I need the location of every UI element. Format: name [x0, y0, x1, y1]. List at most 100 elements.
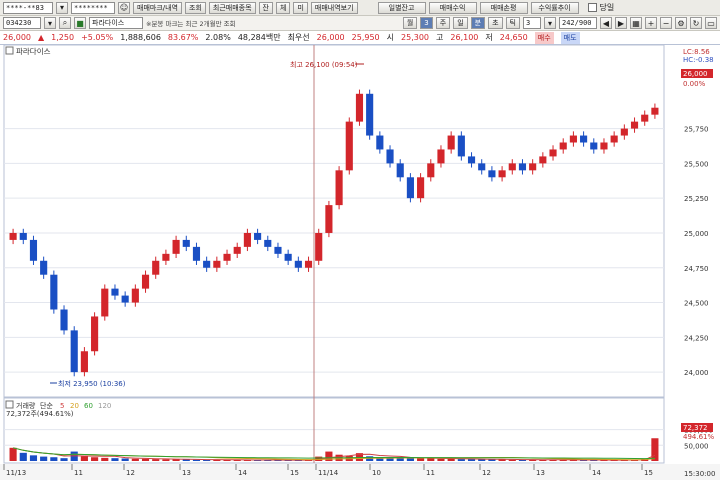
period-month-button[interactable]: 월 [402, 17, 418, 29]
volume-info: 72,372주(494.61%) [6, 410, 74, 418]
panel-menu-icon[interactable] [5, 46, 14, 55]
candle-body [50, 274, 58, 310]
hc-label: HC:-0.38 [683, 56, 714, 64]
candle-body [549, 149, 557, 157]
x-axis-band [0, 464, 720, 480]
password-field[interactable]: ******** [71, 1, 115, 14]
period-week-button[interactable]: 주 [435, 17, 451, 29]
zoom-out-icon[interactable]: − [660, 17, 672, 29]
buy-button[interactable]: 매수 [534, 31, 554, 44]
return-trend-button[interactable]: 수익률추이 [530, 1, 579, 14]
volume-panel-menu-icon[interactable] [5, 400, 14, 409]
dropdown-icon[interactable]: ▾ [44, 17, 56, 29]
candle-body [172, 239, 180, 254]
volume-bar [121, 458, 129, 461]
volume-bar [427, 458, 435, 461]
price-change-pct: +5.05% [81, 33, 114, 42]
candle-body [437, 149, 445, 164]
candle-body [294, 260, 302, 268]
price-change: 1,250 [51, 33, 75, 42]
low-price: 24,650 [499, 33, 528, 42]
settings-icon[interactable]: ⚙ [675, 17, 687, 29]
current-pct-label: 0.00% [683, 80, 706, 88]
volume-bar [478, 459, 486, 461]
candle-body [91, 316, 99, 352]
interval-field[interactable]: 3 [523, 17, 541, 29]
tab-trade-history[interactable]: 매매내역보기 [310, 1, 358, 14]
tab-filled[interactable]: 체 [275, 1, 291, 14]
up-triangle-icon: ▲ [38, 33, 45, 42]
period-minute-button[interactable]: 분 [470, 17, 486, 29]
left-arrow-icon[interactable]: ◀ [600, 17, 612, 29]
price-tick-label: 25,250 [684, 195, 709, 203]
volume-bar [111, 458, 119, 461]
trade-profit-button[interactable]: 매매수익 [428, 1, 477, 14]
volume-bar [19, 452, 27, 461]
ma-type-label: 단순 [40, 401, 53, 410]
right-arrow-icon[interactable]: ▶ [615, 17, 627, 29]
priority-label: 최우선 [287, 33, 310, 42]
candle-body [559, 142, 567, 150]
volume-bar [162, 459, 170, 461]
zoom-in-icon[interactable]: + [645, 17, 657, 29]
candle-body [284, 253, 292, 261]
search-icon[interactable]: ⌕ [59, 17, 71, 29]
candle-body [386, 149, 394, 164]
time-tick-label: 13 [536, 469, 545, 477]
tab-balance[interactable]: 잔 [258, 1, 273, 14]
notice-text: ※분봉 마크는 최근 2개월만 조회 [146, 20, 236, 28]
current-price: 26,000 [3, 33, 31, 42]
time-tick-label: 11 [426, 469, 435, 477]
volume-tick-label: 50,000 [684, 442, 709, 450]
dropdown-icon[interactable]: ▾ [56, 1, 68, 14]
candle-body [243, 232, 251, 247]
price-tick-label: 24,250 [684, 334, 709, 342]
candle-body [498, 170, 506, 178]
time-tick-label: 15 [290, 469, 299, 477]
account-field[interactable]: ****-**83 [3, 1, 53, 14]
volume-bar [60, 458, 68, 461]
today-checkbox[interactable] [587, 3, 597, 12]
candle-body [467, 156, 476, 164]
price-panel-frame [3, 45, 665, 398]
stock-code-field[interactable]: 034230 [3, 17, 41, 29]
candle-body [457, 135, 465, 157]
volume-bar [406, 458, 414, 461]
volume-bar [91, 457, 99, 461]
current-volume-label: 72,372 [683, 424, 708, 432]
candle-body [182, 239, 190, 247]
dropdown-icon[interactable]: ▾ [544, 17, 556, 29]
tab-unfilled[interactable]: 미 [293, 1, 308, 14]
refresh-icon[interactable]: ↻ [690, 17, 702, 29]
trade-eval-button[interactable]: 매매손평 [479, 1, 528, 14]
user-icon[interactable]: ☺ [118, 1, 130, 14]
price-tick-label: 24,000 [684, 369, 709, 377]
candle-body [40, 260, 48, 275]
daily-balance-button[interactable]: 일별잔고 [377, 1, 426, 14]
sell-button[interactable]: 매도 [560, 31, 580, 44]
candle-body [80, 351, 88, 373]
volume-bar [417, 458, 425, 461]
period-tick-button[interactable]: 틱 [505, 17, 520, 29]
low-annotation: 최저 23,950 (10:36) [58, 379, 126, 388]
time-tick-label: 11 [74, 469, 83, 477]
candle-body [406, 177, 414, 199]
current-volume-pct: 494.61% [683, 433, 714, 441]
candle-body [580, 135, 588, 143]
period-second-button[interactable]: 초 [488, 17, 503, 29]
candle-body [447, 135, 455, 150]
candle-body [345, 121, 353, 171]
period-3-button[interactable]: 3 [420, 17, 433, 29]
query-button[interactable]: 조회 [185, 1, 206, 14]
candle-body [152, 260, 160, 275]
candle-body [111, 288, 119, 296]
grid-icon[interactable]: ▦ [630, 17, 642, 29]
tab-recent-stocks[interactable]: 최근매매종목 [208, 1, 256, 14]
candle-body [192, 246, 201, 261]
chart-canvas[interactable]: 파라다이스 24,000 24,250 24,500 24,750 25,000 25,2… [0, 45, 720, 480]
tab-trade-mark[interactable]: 매매마크/내역 [133, 1, 182, 14]
count-field[interactable]: 242/900 [559, 17, 597, 29]
price-tick-label: 25,500 [684, 160, 709, 168]
window-icon[interactable]: ▭ [705, 17, 717, 29]
period-day-button[interactable]: 일 [453, 17, 468, 29]
